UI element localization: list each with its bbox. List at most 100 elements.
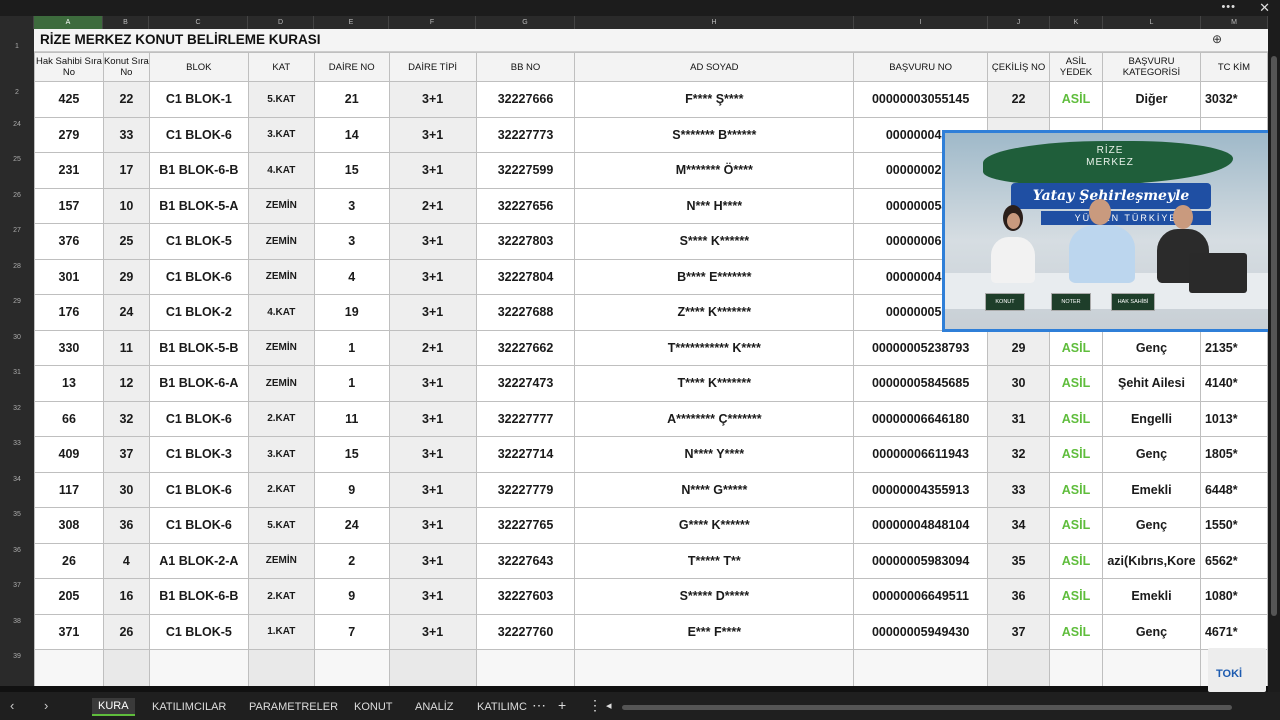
table-cell[interactable]: 3+1 xyxy=(388,223,477,260)
table-cell[interactable]: 2135* xyxy=(1199,329,1268,366)
table-cell[interactable]: 6562* xyxy=(1199,542,1268,579)
row-number[interactable]: 28 xyxy=(0,263,34,270)
table-cell[interactable]: 1.KAT xyxy=(247,613,315,650)
table-cell[interactable]: 5.KAT xyxy=(247,507,315,544)
tab-analiz[interactable]: ANALİZ xyxy=(415,701,454,713)
table-cell[interactable]: 301 xyxy=(34,258,104,295)
column-letter[interactable]: E xyxy=(314,16,389,29)
table-cell[interactable]: B1 BLOK-5-A xyxy=(148,187,249,224)
table-cell[interactable]: 3+1 xyxy=(388,542,477,579)
table-cell[interactable]: ZEMİN xyxy=(247,365,315,402)
table-cell[interactable]: 12 xyxy=(102,365,150,402)
table-cell[interactable]: 117 xyxy=(34,471,104,508)
table-cell[interactable]: 2+1 xyxy=(388,187,477,224)
table-cell[interactable]: 376 xyxy=(34,223,104,260)
table-cell[interactable]: 6448* xyxy=(1199,471,1268,508)
next-sheet-icon[interactable]: › xyxy=(44,698,48,713)
table-cell[interactable]: B1 BLOK-6-B xyxy=(148,578,249,615)
table-cell[interactable]: ASİL xyxy=(1049,436,1103,473)
table-cell[interactable]: F**** Ş**** xyxy=(574,81,855,118)
table-cell[interactable]: ZEMİN xyxy=(247,223,315,260)
table-cell[interactable]: 25 xyxy=(102,223,150,260)
table-cell[interactable]: 3 xyxy=(313,187,390,224)
row-number[interactable]: 26 xyxy=(0,192,34,199)
table-cell[interactable]: 34 xyxy=(987,507,1051,544)
table-cell[interactable]: 22 xyxy=(987,81,1051,118)
table-cell[interactable]: 3+1 xyxy=(388,578,477,615)
select-all-corner[interactable] xyxy=(0,16,34,29)
table-cell[interactable]: 36 xyxy=(102,507,150,544)
table-cell[interactable]: 3+1 xyxy=(388,152,477,189)
table-cell[interactable]: C1 BLOK-6 xyxy=(148,507,249,544)
header-cell[interactable]: Konut Sıra No xyxy=(102,52,150,82)
table-cell[interactable]: M******* Ö**** xyxy=(574,152,855,189)
header-cell[interactable]: BB NO xyxy=(475,52,576,82)
table-cell[interactable]: 32227599 xyxy=(475,152,576,189)
table-cell[interactable]: 33 xyxy=(987,471,1051,508)
add-sheet-icon[interactable]: + xyxy=(558,697,566,713)
table-cell[interactable] xyxy=(313,649,390,686)
table-cell[interactable]: 00000005949430 xyxy=(853,613,989,650)
table-cell[interactable]: Emekli xyxy=(1101,471,1201,508)
column-letter[interactable]: A xyxy=(34,16,103,29)
table-cell[interactable]: 2.KAT xyxy=(247,471,315,508)
table-cell[interactable]: 32227804 xyxy=(475,258,576,295)
table-cell[interactable]: 37 xyxy=(987,613,1051,650)
row-number[interactable]: 1 xyxy=(0,43,34,50)
table-cell[interactable]: 21 xyxy=(313,81,390,118)
table-cell[interactable]: 19 xyxy=(313,294,390,331)
header-cell[interactable]: BLOK xyxy=(148,52,249,82)
tab-katilimcilar[interactable]: KATILIMCILAR xyxy=(152,701,226,713)
horizontal-scrollbar[interactable] xyxy=(622,705,1232,710)
table-cell[interactable]: 32 xyxy=(102,400,150,437)
table-cell[interactable]: ASİL xyxy=(1049,507,1103,544)
table-cell[interactable]: 1550* xyxy=(1199,507,1268,544)
row-number[interactable]: 38 xyxy=(0,618,34,625)
column-letter[interactable]: J xyxy=(988,16,1050,29)
table-cell[interactable]: A******** Ç******* xyxy=(574,400,855,437)
table-cell[interactable]: 3032* xyxy=(1199,81,1268,118)
table-cell[interactable]: 00000006646180 xyxy=(853,400,989,437)
row-number[interactable]: 31 xyxy=(0,369,34,376)
column-letter[interactable]: M xyxy=(1201,16,1268,29)
table-cell[interactable]: 330 xyxy=(34,329,104,366)
table-cell[interactable]: N**** Y**** xyxy=(574,436,855,473)
column-letter[interactable]: H xyxy=(575,16,854,29)
column-letter[interactable]: C xyxy=(149,16,248,29)
table-cell[interactable] xyxy=(853,649,989,686)
header-cell[interactable]: DAİRE NO xyxy=(313,52,390,82)
sheet-menu-icon[interactable]: ⋮ xyxy=(588,697,602,714)
scroll-left-icon[interactable]: ◂ xyxy=(606,699,612,712)
table-cell[interactable]: 3+1 xyxy=(388,365,477,402)
tab-parametreler[interactable]: PARAMETRELER xyxy=(249,701,338,713)
table-cell[interactable]: C1 BLOK-1 xyxy=(148,81,249,118)
header-cell[interactable]: DAİRE TİPİ xyxy=(388,52,477,82)
table-cell[interactable] xyxy=(475,649,576,686)
table-cell[interactable]: 4.KAT xyxy=(247,152,315,189)
table-cell[interactable]: 29 xyxy=(987,329,1051,366)
table-cell[interactable]: 26 xyxy=(102,613,150,650)
table-cell[interactable]: B**** E******* xyxy=(574,258,855,295)
table-cell[interactable]: 32227473 xyxy=(475,365,576,402)
table-cell[interactable]: E*** F**** xyxy=(574,613,855,650)
prev-sheet-icon[interactable]: ‹ xyxy=(10,698,14,713)
table-cell[interactable]: C1 BLOK-5 xyxy=(148,223,249,260)
table-cell[interactable]: 3+1 xyxy=(388,116,477,153)
table-cell[interactable]: ASİL xyxy=(1049,365,1103,402)
table-cell[interactable]: 4.KAT xyxy=(247,294,315,331)
table-cell[interactable]: 32227662 xyxy=(475,329,576,366)
table-cell[interactable]: S**** K****** xyxy=(574,223,855,260)
table-cell[interactable]: 279 xyxy=(34,116,104,153)
table-cell[interactable]: C1 BLOK-6 xyxy=(148,258,249,295)
table-cell[interactable]: ZEMİN xyxy=(247,187,315,224)
table-cell[interactable]: 15 xyxy=(313,152,390,189)
table-cell[interactable] xyxy=(388,649,477,686)
table-cell[interactable]: 1805* xyxy=(1199,436,1268,473)
header-cell[interactable]: BAŞVURU NO xyxy=(853,52,989,82)
table-cell[interactable]: 32227688 xyxy=(475,294,576,331)
table-cell[interactable]: 15 xyxy=(313,436,390,473)
table-cell[interactable]: 35 xyxy=(987,542,1051,579)
table-cell[interactable]: T**** K******* xyxy=(574,365,855,402)
table-cell[interactable]: 32 xyxy=(987,436,1051,473)
table-cell[interactable]: Engelli xyxy=(1101,400,1201,437)
